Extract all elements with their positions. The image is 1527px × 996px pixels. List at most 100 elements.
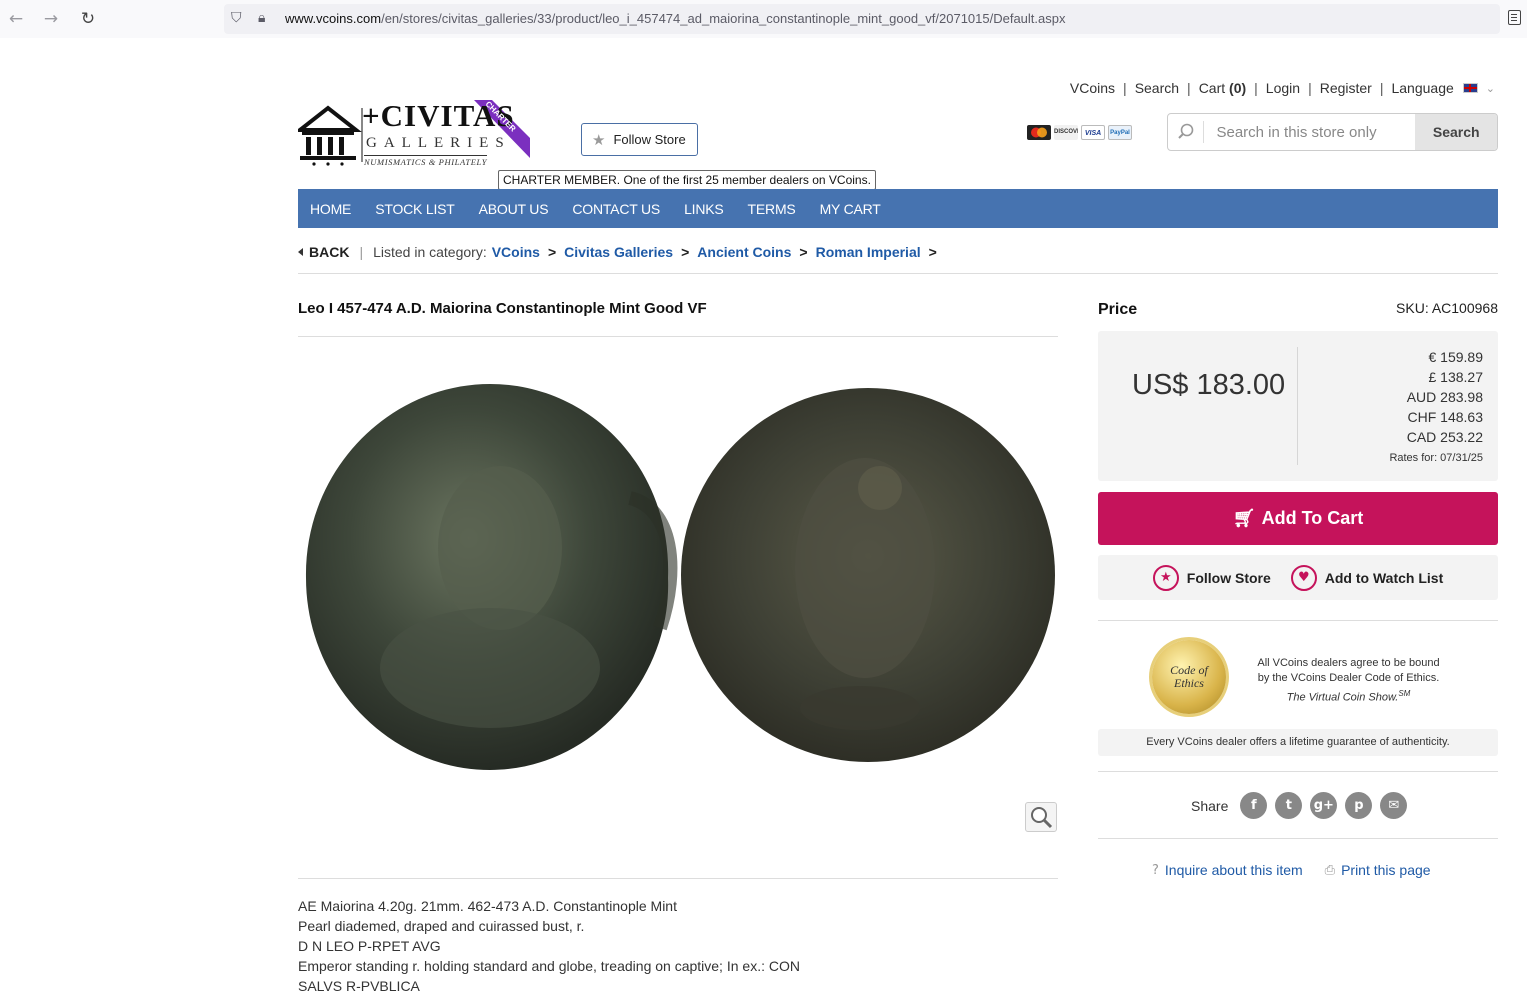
back-link[interactable]: BACK bbox=[298, 244, 349, 260]
pinterest-icon[interactable]: p bbox=[1345, 792, 1373, 819]
description-line: SALVS R-PVBLICA bbox=[298, 978, 420, 994]
main-navigation: HOME STOCK LIST ABOUT US CONTACT US LINK… bbox=[298, 189, 1498, 228]
url-text[interactable]: www.vcoins.com/en/stores/civitas_galleri… bbox=[285, 11, 1066, 26]
authenticity-guarantee: Every VCoins dealer offers a lifetime gu… bbox=[1098, 729, 1498, 756]
coin-reverse bbox=[681, 388, 1055, 762]
toplink-language[interactable]: Language bbox=[1391, 80, 1453, 96]
conversion-cad: CAD 253.22 bbox=[1406, 429, 1483, 445]
follow-store-button[interactable]: ★ Follow Store bbox=[581, 123, 698, 156]
chevron-right-icon: > bbox=[547, 244, 557, 260]
description-line: Emperor standing r. holding standard and… bbox=[298, 958, 800, 974]
store-search: Search bbox=[1167, 113, 1498, 151]
add-to-cart-label: Add To Cart bbox=[1261, 508, 1364, 528]
nav-my-cart[interactable]: MY CART bbox=[820, 201, 881, 217]
divider bbox=[298, 878, 1058, 879]
uk-flag-icon[interactable] bbox=[1462, 83, 1478, 93]
nav-links[interactable]: LINKS bbox=[684, 201, 724, 217]
chevron-right-icon: > bbox=[681, 244, 690, 260]
inquire-link[interactable]: ? Inquire about this item bbox=[1152, 862, 1303, 878]
reload-icon[interactable]: ↻ bbox=[77, 9, 99, 29]
store-logo[interactable]: +CIVITAS GALLERIES NUMISMATICS & PHILATE… bbox=[294, 98, 538, 170]
nav-terms[interactable]: TERMS bbox=[748, 201, 796, 217]
mastercard-icon bbox=[1027, 125, 1051, 140]
google-plus-icon[interactable]: g+ bbox=[1310, 792, 1338, 819]
divider bbox=[1098, 771, 1498, 772]
divider bbox=[1098, 838, 1498, 839]
email-icon[interactable]: ✉ bbox=[1380, 792, 1408, 819]
follow-store-action[interactable]: ★ Follow Store bbox=[1152, 564, 1271, 591]
toplink-login[interactable]: Login bbox=[1266, 80, 1300, 96]
conversion-gbp: £ 138.27 bbox=[1428, 369, 1484, 385]
add-to-cart-button[interactable]: 🛒︎ Add To Cart bbox=[1098, 492, 1498, 545]
print-link[interactable]: ⎙ Print this page bbox=[1325, 862, 1431, 878]
divider bbox=[298, 273, 1498, 274]
browser-toolbar: ← → ↻ ⛉ 🔒︎ www.vcoins.com/en/stores/civi… bbox=[0, 0, 1527, 38]
breadcrumb: BACK | Listed in category: VCoins > Civi… bbox=[298, 244, 945, 260]
reader-view-icon[interactable] bbox=[1508, 10, 1521, 25]
toplink-register[interactable]: Register bbox=[1320, 80, 1372, 96]
watch-list-action[interactable]: ♥ Add to Watch List bbox=[1290, 564, 1444, 591]
conversion-eur: € 159.89 bbox=[1428, 349, 1484, 365]
breadcrumb-civitas[interactable]: Civitas Galleries bbox=[564, 244, 673, 260]
item-links: ? Inquire about this item ⎙ Print this p… bbox=[1152, 862, 1453, 878]
cart-count: (0) bbox=[1229, 80, 1247, 96]
description-line: AE Maiorina 4.20g. 21mm. 462-473 A.D. Co… bbox=[298, 898, 677, 914]
separator: | bbox=[1254, 80, 1258, 96]
breadcrumb-ancient-coins[interactable]: Ancient Coins bbox=[697, 244, 791, 260]
price-box: US$ 183.00 € 159.89 £ 138.27 AUD 283.98 … bbox=[1098, 331, 1498, 481]
coin-image[interactable] bbox=[300, 378, 1060, 778]
product-description: AE Maiorina 4.20g. 21mm. 462-473 A.D. Co… bbox=[298, 896, 800, 996]
payment-methods: DISCOVER VISA PayPal bbox=[1027, 125, 1132, 140]
cart-label: Cart bbox=[1198, 80, 1226, 96]
search-input[interactable] bbox=[1204, 114, 1416, 150]
product-title: Leo I 457-474 A.D. Maiorina Constantinop… bbox=[298, 300, 707, 317]
price-label: Price bbox=[1098, 301, 1138, 318]
watch-list-label: Add to Watch List bbox=[1324, 569, 1444, 586]
star-icon: ★ bbox=[592, 130, 606, 149]
lock-icon[interactable]: 🔒︎ bbox=[258, 10, 265, 26]
top-links: VCoins | Search | Cart (0) | Login | Reg… bbox=[1070, 80, 1495, 96]
nav-home[interactable]: HOME bbox=[310, 201, 351, 217]
breadcrumb-roman-imperial[interactable]: Roman Imperial bbox=[816, 244, 921, 260]
forward-arrow-icon[interactable]: → bbox=[40, 9, 62, 29]
visa-icon: VISA bbox=[1081, 125, 1105, 140]
twitter-icon[interactable]: t bbox=[1275, 792, 1303, 819]
chevron-down-icon[interactable]: ⌄ bbox=[1486, 82, 1495, 95]
back-arrow-icon[interactable]: ← bbox=[5, 9, 27, 29]
follow-store-label: Follow Store bbox=[1186, 569, 1271, 586]
chevron-right-icon: > bbox=[928, 244, 937, 260]
description-line: Pearl diademed, draped and cuirassed bus… bbox=[298, 918, 585, 934]
secondary-actions: ★ Follow Store ♥ Add to Watch List bbox=[1098, 555, 1498, 600]
follow-store-label: Follow Store bbox=[613, 132, 686, 147]
search-icon bbox=[1168, 121, 1205, 143]
coin-obverse bbox=[305, 384, 678, 770]
cart-icon: 🛒︎ bbox=[1232, 508, 1256, 529]
code-of-ethics-seal[interactable]: Code of Ethics bbox=[1152, 640, 1226, 714]
conversion-aud: AUD 283.98 bbox=[1406, 389, 1483, 405]
divider bbox=[1297, 347, 1298, 465]
charter-tooltip: CHARTER MEMBER. One of the first 25 memb… bbox=[498, 170, 876, 190]
separator: | bbox=[1379, 80, 1384, 96]
description-line: D N LEO P-RPET AVG bbox=[298, 938, 441, 954]
facebook-icon[interactable]: f bbox=[1240, 792, 1268, 819]
search-button[interactable]: Search bbox=[1415, 114, 1497, 150]
shield-icon[interactable]: ⛉ bbox=[231, 10, 242, 26]
nav-about-us[interactable]: ABOUT US bbox=[479, 201, 549, 217]
nav-stock-list[interactable]: STOCK LIST bbox=[375, 201, 455, 217]
separator: | bbox=[1123, 80, 1127, 96]
conversion-chf: CHF 148.63 bbox=[1407, 409, 1483, 425]
share-label: Share bbox=[1191, 797, 1229, 814]
separator: | bbox=[359, 244, 364, 260]
toplink-vcoins[interactable]: VCoins bbox=[1070, 80, 1115, 96]
price-main: US$ 183.00 bbox=[1132, 369, 1286, 401]
breadcrumb-vcoins[interactable]: VCoins bbox=[492, 244, 540, 260]
listed-in-label: Listed in category: bbox=[373, 244, 487, 260]
toplink-search[interactable]: Search bbox=[1135, 80, 1179, 96]
nav-contact-us[interactable]: CONTACT US bbox=[572, 201, 660, 217]
currency-conversions: € 159.89 £ 138.27 AUD 283.98 CHF 148.63 … bbox=[1389, 347, 1483, 469]
zoom-button[interactable] bbox=[1025, 802, 1057, 832]
chevron-right-icon: > bbox=[799, 244, 808, 260]
separator: | bbox=[1308, 80, 1312, 96]
toplink-cart[interactable]: Cart (0) bbox=[1199, 80, 1246, 96]
divider bbox=[298, 336, 1058, 337]
